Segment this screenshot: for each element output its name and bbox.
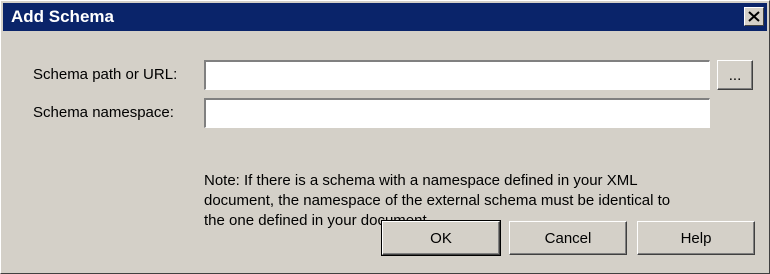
schema-path-input[interactable] xyxy=(204,60,710,90)
ok-button[interactable]: OK xyxy=(381,220,501,256)
help-button[interactable]: Help xyxy=(637,221,755,255)
cancel-button[interactable]: Cancel xyxy=(509,221,627,255)
dialog-title: Add Schema xyxy=(11,7,114,26)
close-button[interactable] xyxy=(744,7,764,26)
schema-path-label: Schema path or URL: xyxy=(33,66,178,83)
schema-namespace-input[interactable] xyxy=(204,98,710,128)
close-icon xyxy=(748,11,760,22)
browse-button[interactable]: ... xyxy=(717,60,753,90)
add-schema-dialog: Add Schema Schema path or URL: ... Schem… xyxy=(0,0,770,274)
title-bar[interactable]: Add Schema xyxy=(3,3,767,31)
schema-namespace-label: Schema namespace: xyxy=(33,104,174,121)
